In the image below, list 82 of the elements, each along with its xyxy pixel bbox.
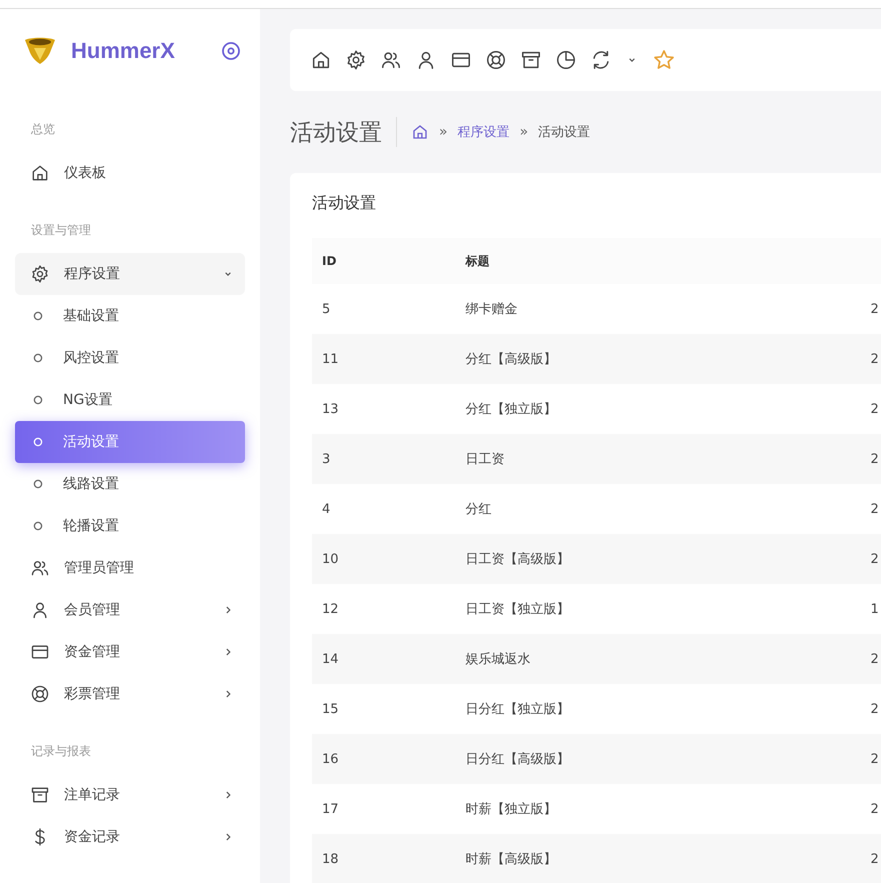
house-icon bbox=[30, 163, 50, 183]
circle-icon bbox=[33, 395, 43, 405]
table-cell: 17 bbox=[312, 784, 466, 834]
sidebar-item[interactable]: 资金管理 bbox=[15, 631, 245, 673]
table-cell: 时薪【高级版】 bbox=[466, 834, 870, 883]
column-header: 标题 bbox=[466, 238, 870, 284]
section-heading: 记录与报表 bbox=[30, 743, 92, 760]
table-cell: 16 bbox=[312, 734, 466, 784]
table-cell: 13 bbox=[312, 384, 466, 434]
table-cell: 2 bbox=[870, 684, 881, 734]
sidebar-item[interactable]: 彩票管理 bbox=[15, 673, 245, 715]
submenu-item[interactable]: 风控设置 bbox=[15, 337, 245, 379]
table-cell: 2 bbox=[870, 334, 881, 384]
target-icon[interactable] bbox=[221, 41, 241, 61]
table-cell: 时薪【独立版】 bbox=[466, 784, 870, 834]
table-cell: 2 bbox=[870, 734, 881, 784]
logo-icon bbox=[23, 36, 57, 66]
sidebar-item[interactable]: 程序设置 bbox=[15, 253, 245, 295]
breadcrumb-current: 活动设置 bbox=[538, 124, 590, 141]
table-cell: 分红 bbox=[466, 484, 870, 534]
sidebar-item[interactable]: 仪表板 bbox=[15, 152, 245, 194]
archive-box-icon[interactable] bbox=[520, 49, 542, 71]
brand-name: HummerX bbox=[71, 38, 175, 64]
circle-icon bbox=[33, 311, 43, 321]
table-cell: 5 bbox=[312, 284, 466, 334]
page-title: 活动设置 bbox=[290, 118, 382, 148]
table-cell: 12 bbox=[312, 584, 466, 634]
table-cell: 4 bbox=[312, 484, 466, 534]
table-cell: 2 bbox=[870, 284, 881, 334]
card-title: 活动设置 bbox=[312, 193, 377, 214]
sidebar-item[interactable]: 资金记录 bbox=[15, 816, 245, 858]
breadcrumb-separator: » bbox=[439, 124, 448, 140]
section-heading: 总览 bbox=[30, 121, 56, 138]
submenu-item[interactable]: 轮播设置 bbox=[15, 505, 245, 547]
column-header: ID bbox=[312, 238, 466, 284]
table-cell: 2 bbox=[870, 834, 881, 883]
table-cell: 日分红【独立版】 bbox=[466, 684, 870, 734]
table-cell: 15 bbox=[312, 684, 466, 734]
table-cell: 分红【独立版】 bbox=[466, 384, 870, 434]
gear-icon[interactable] bbox=[345, 49, 367, 71]
lifebuoy-icon[interactable] bbox=[485, 49, 507, 71]
star-icon[interactable] bbox=[652, 48, 676, 72]
table-cell: 2 bbox=[870, 534, 881, 584]
circle-icon bbox=[33, 479, 43, 489]
submenu-item[interactable]: NG设置 bbox=[15, 379, 245, 421]
circle-icon bbox=[33, 353, 43, 363]
sidebar-item[interactable]: 注单记录 bbox=[15, 774, 245, 816]
sidebar-item[interactable]: 会员管理 bbox=[15, 589, 245, 631]
table-cell: 2 bbox=[870, 484, 881, 534]
table-cell: 2 bbox=[870, 634, 881, 684]
table-cell: 14 bbox=[312, 634, 466, 684]
circle-icon bbox=[33, 437, 43, 447]
table-cell: 1 bbox=[870, 584, 881, 634]
table-cell: 日工资【高级版】 bbox=[466, 534, 870, 584]
table-cell: 10 bbox=[312, 534, 466, 584]
table-cell: 日工资 bbox=[466, 434, 870, 484]
table-cell: 绑卡赠金 bbox=[466, 284, 870, 334]
submenu-item[interactable]: 活动设置 bbox=[15, 421, 245, 463]
table-cell: 2 bbox=[870, 434, 881, 484]
table-cell: 2 bbox=[870, 784, 881, 834]
pie-chart-icon[interactable] bbox=[555, 49, 577, 71]
breadcrumb-link[interactable]: 程序设置 bbox=[458, 123, 510, 141]
house-icon[interactable] bbox=[411, 123, 429, 141]
table-cell: 分红【高级版】 bbox=[466, 334, 870, 384]
table-cell: 18 bbox=[312, 834, 466, 883]
table-cell: 日分红【高级版】 bbox=[466, 734, 870, 784]
table-cell: 3 bbox=[312, 434, 466, 484]
circle-icon bbox=[33, 521, 43, 531]
table-cell: 11 bbox=[312, 334, 466, 384]
submenu-item[interactable]: 基础设置 bbox=[15, 295, 245, 337]
archive-box-icon bbox=[30, 785, 50, 805]
lifebuoy-icon bbox=[30, 684, 50, 704]
house-icon[interactable] bbox=[310, 49, 332, 71]
table-cell: 日工资【独立版】 bbox=[466, 584, 870, 634]
breadcrumb-separator: » bbox=[520, 124, 528, 140]
sidebar-item[interactable]: 管理员管理 bbox=[15, 547, 245, 589]
table-cell: 娱乐城返水 bbox=[466, 634, 870, 684]
gear-icon bbox=[30, 264, 50, 284]
submenu-item[interactable]: 线路设置 bbox=[15, 463, 245, 505]
table-cell: 2 bbox=[870, 384, 881, 434]
section-heading: 设置与管理 bbox=[30, 222, 92, 239]
users-icon bbox=[30, 558, 50, 578]
